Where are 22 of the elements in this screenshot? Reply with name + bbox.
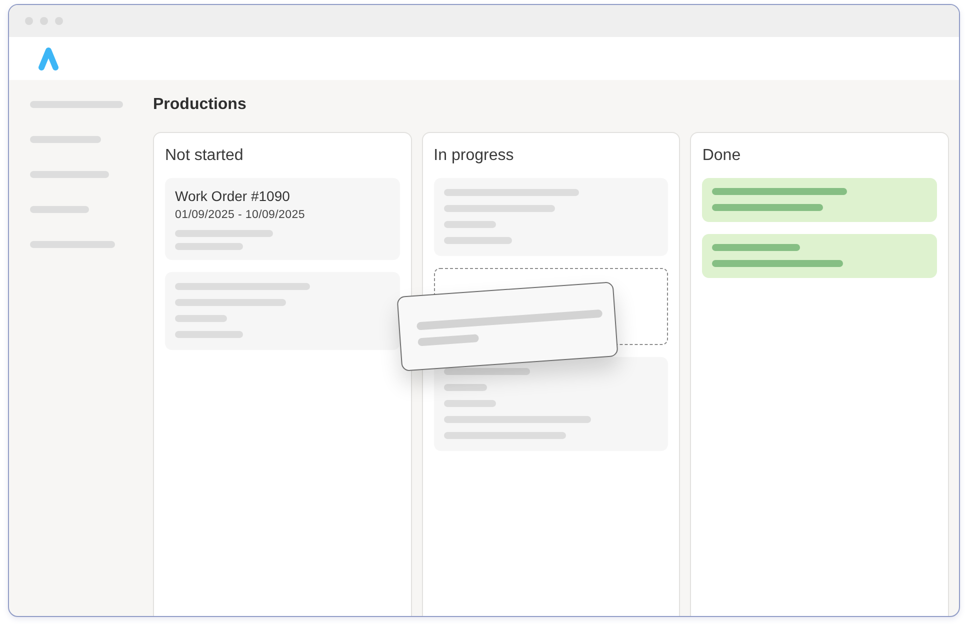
card-title: Work Order #1090 <box>175 187 290 205</box>
logo-icon[interactable] <box>38 46 59 70</box>
placeholder-line <box>175 243 243 250</box>
task-card[interactable] <box>434 178 668 256</box>
placeholder-line <box>175 315 227 322</box>
column-title: In progress <box>434 146 514 166</box>
placeholder-line <box>444 400 496 407</box>
completed-card[interactable] <box>702 234 938 278</box>
task-card[interactable] <box>434 357 668 451</box>
task-card[interactable]: Work Order #1090 01/09/2025 - 10/09/2025 <box>165 178 400 260</box>
placeholder-line <box>175 331 243 338</box>
page-title: Productions <box>153 95 246 115</box>
placeholder-line <box>30 136 101 143</box>
column-title: Done <box>702 146 741 166</box>
placeholder-line <box>444 221 496 228</box>
placeholder-line <box>417 334 479 346</box>
placeholder-line <box>444 384 487 391</box>
date-range: 01/09/2025 - 10/09/2025 <box>175 208 305 223</box>
completed-card[interactable] <box>702 178 938 222</box>
placeholder-line <box>444 237 512 244</box>
column-title: Not started <box>165 146 244 166</box>
placeholder-line <box>30 206 89 213</box>
